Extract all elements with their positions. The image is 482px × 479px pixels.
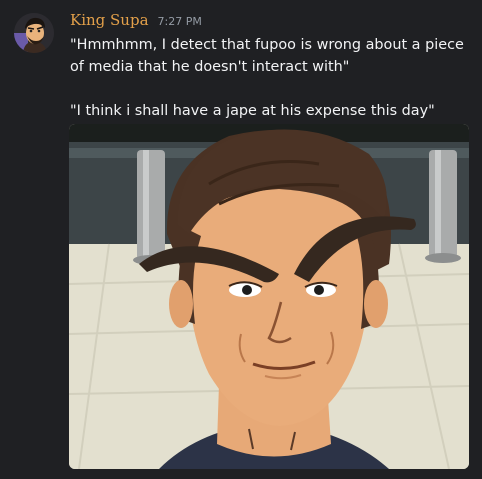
message-timestamp: 7:27 PM [157, 15, 202, 28]
author-name[interactable]: King Supa [70, 11, 149, 29]
message-image-attachment[interactable] [69, 124, 469, 469]
cartoon-face-image [69, 124, 469, 469]
author-avatar[interactable] [14, 13, 54, 53]
message-header: King Supa 7:27 PM [70, 11, 202, 33]
message-content: "Hmmhmm, I detect that fupoo is wrong ab… [70, 34, 470, 122]
message-line-2: "I think i shall have a jape at his expe… [70, 103, 435, 119]
message-line-1: "Hmmhmm, I detect that fupoo is wrong ab… [70, 37, 469, 75]
